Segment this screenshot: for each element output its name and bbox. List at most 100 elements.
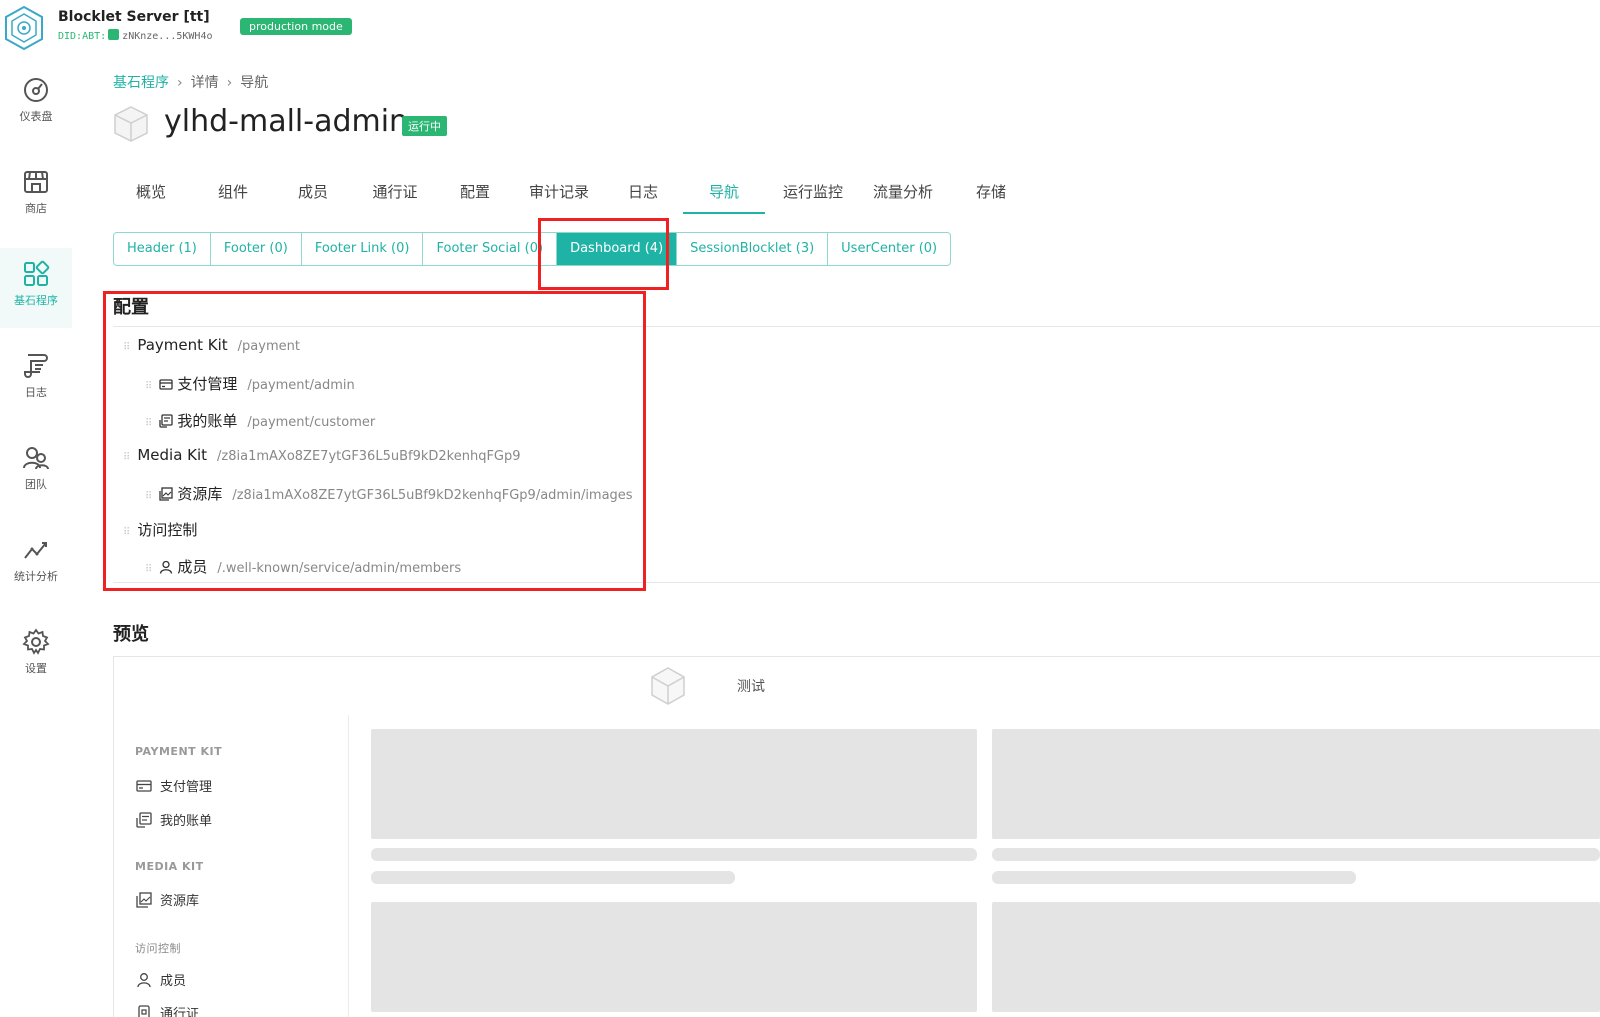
sidebar-item-label: 商店: [25, 202, 47, 215]
subtab-header[interactable]: Header (1): [114, 233, 211, 265]
preview-group-access-control: 访问控制: [135, 942, 181, 955]
analytics-icon: [24, 542, 47, 559]
server-name: Blocklet Server [tt]: [58, 9, 210, 25]
drag-handle-icon[interactable]: ⠿: [123, 342, 130, 353]
drag-handle-icon[interactable]: ⠿: [145, 418, 152, 429]
config-divider-right: [640, 582, 1600, 583]
subtab-footer-social[interactable]: Footer Social (0): [423, 233, 558, 265]
server-did[interactable]: DID:ABT: zNKnze...5KWH4o: [58, 29, 212, 42]
preview-item-passports[interactable]: 通行证: [136, 1003, 199, 1017]
subtab-footer-link[interactable]: Footer Link (0): [302, 233, 424, 265]
tab-components[interactable]: 组件: [195, 170, 271, 214]
nav-tree-item[interactable]: ⠿ Payment Kit/payment: [123, 336, 300, 358]
sidebar-item-label: 设置: [25, 662, 47, 675]
pass-icon: [138, 1005, 150, 1017]
nav-tree-item[interactable]: ⠿ 资源库/z8ia1mAXo8ZE7ytGF36L5uBf9kD2kenhqFG…: [145, 483, 633, 505]
subtab-session-blocklet[interactable]: SessionBlocklet (3): [677, 233, 829, 265]
sidebar-item-analytics[interactable]: 统计分析: [0, 524, 72, 604]
skeleton-line: [992, 871, 1356, 884]
preview-sidebar-divider: [348, 715, 349, 1017]
nav-item-title: 访问控制: [137, 521, 198, 539]
preview-item-label: 资源库: [160, 894, 200, 909]
nav-tree-item[interactable]: ⠿ Media Kit/z8ia1mAXo8ZE7ytGF36L5uBf9kD2k…: [123, 446, 521, 468]
breadcrumb-link-blocklets[interactable]: 基石程序: [113, 75, 169, 91]
sidebar-item-store[interactable]: 商店: [0, 156, 72, 236]
sidebar-item-dashboard[interactable]: 仪表盘: [0, 64, 72, 144]
tab-config[interactable]: 配置: [437, 170, 513, 214]
tab-navigation[interactable]: 导航: [683, 170, 765, 214]
subtab-user-center[interactable]: UserCenter (0): [828, 233, 950, 265]
nav-tree-item[interactable]: ⠿ 成员 /.well-known/service/admin/members: [145, 556, 461, 578]
blocklet-server-logo[interactable]: [3, 5, 45, 51]
drag-handle-icon[interactable]: ⠿: [145, 491, 152, 502]
tab-overview[interactable]: 概览: [113, 170, 189, 214]
drag-handle-icon[interactable]: ⠿: [123, 527, 130, 538]
preview-item-members[interactable]: 成员: [136, 970, 186, 989]
preview-item-label: 成员: [160, 974, 187, 989]
drag-handle-icon[interactable]: ⠿: [145, 564, 152, 575]
receipt-icon: [136, 812, 152, 828]
tab-passports[interactable]: 通行证: [357, 170, 433, 214]
tab-logs[interactable]: 日志: [605, 170, 681, 214]
tab-traffic-analysis[interactable]: 流量分析: [859, 170, 947, 214]
mode-badge: production mode: [240, 18, 352, 35]
dashboard-icon: [24, 78, 48, 102]
nav-item-title: Payment Kit: [137, 336, 228, 354]
top-bar: Blocklet Server [tt] DID:ABT: zNKnze...5K…: [0, 0, 1600, 56]
sidebar-item-blocklets[interactable]: 基石程序: [0, 248, 72, 328]
tab-storage[interactable]: 存储: [953, 170, 1029, 214]
nav-item-path: /.well-known/service/admin/members: [217, 561, 462, 576]
sidebar-item-label: 统计分析: [14, 570, 58, 583]
sidebar-item-settings[interactable]: 设置: [0, 616, 72, 696]
nav-item-path: /payment/customer: [247, 415, 376, 430]
status-badge: 运行中: [402, 116, 447, 136]
sidebar-item-label: 日志: [25, 386, 47, 399]
subtab-footer[interactable]: Footer (0): [211, 233, 302, 265]
breadcrumb-current: 导航: [240, 75, 269, 91]
did-prefix: DID:ABT:: [58, 31, 107, 42]
tab-members[interactable]: 成员: [275, 170, 351, 214]
nav-item-title: 我的账单: [177, 412, 238, 430]
sidebar-item-label: 团队: [25, 478, 47, 491]
config-panel-bottom-border: [113, 582, 640, 583]
nav-item-title: 资源库: [177, 485, 223, 503]
navigation-section-tabs: Header (1) Footer (0) Footer Link (0) Fo…: [113, 232, 952, 266]
user-icon: [137, 973, 151, 988]
sidebar-item-logs[interactable]: 日志: [0, 340, 72, 420]
config-section-title: 配置: [113, 297, 149, 318]
breadcrumb-item-detail[interactable]: 详情: [191, 75, 219, 91]
tab-audit-log[interactable]: 审计记录: [515, 170, 603, 214]
nav-item-title: Media Kit: [137, 446, 208, 464]
breadcrumb-separator: ›: [177, 75, 183, 91]
store-icon: [24, 171, 48, 193]
tab-monitoring[interactable]: 运行监控: [769, 170, 857, 214]
drag-handle-icon[interactable]: ⠿: [145, 381, 152, 392]
image-library-icon: [136, 892, 152, 908]
preview-item-label: 我的账单: [160, 814, 213, 829]
preview-item-my-bills[interactable]: 我的账单: [136, 810, 212, 829]
nav-item-path: /z8ia1mAXo8ZE7ytGF36L5uBf9kD2kenhqFGp9/a…: [232, 488, 633, 503]
image-library-icon: [159, 487, 173, 501]
sidebar-item-label: 仪表盘: [19, 110, 53, 123]
preview-item-payment-admin[interactable]: 支付管理: [136, 776, 212, 795]
skeleton-card: [992, 729, 1600, 839]
drag-handle-icon[interactable]: ⠿: [123, 452, 130, 463]
subtab-dashboard[interactable]: Dashboard (4): [557, 233, 678, 265]
user-icon: [160, 560, 173, 574]
credit-card-icon: [136, 780, 152, 792]
nav-tree-item[interactable]: ⠿ 我的账单/payment/customer: [145, 410, 375, 432]
preview-item-label: 支付管理: [160, 780, 213, 795]
preview-app-name: 测试: [737, 679, 765, 695]
credit-card-icon: [159, 379, 173, 390]
nav-item-path: /payment: [237, 339, 300, 354]
nav-tree-item[interactable]: ⠿ 访问控制: [123, 519, 207, 541]
preview-item-resource-library[interactable]: 资源库: [136, 890, 199, 909]
did-value: zNKnze...5KWH4o: [122, 31, 213, 42]
breadcrumb: 基石程序 › 详情 › 导航: [113, 72, 268, 92]
page-title: ylhd-mall-admin: [164, 104, 409, 139]
skeleton-card: [992, 902, 1600, 1012]
nav-tree-item[interactable]: ⠿ 支付管理/payment/admin: [145, 373, 355, 395]
preview-item-label: 通行证: [160, 1007, 200, 1017]
nav-item-title: 成员: [177, 558, 208, 576]
sidebar-item-team[interactable]: 团队: [0, 432, 72, 512]
